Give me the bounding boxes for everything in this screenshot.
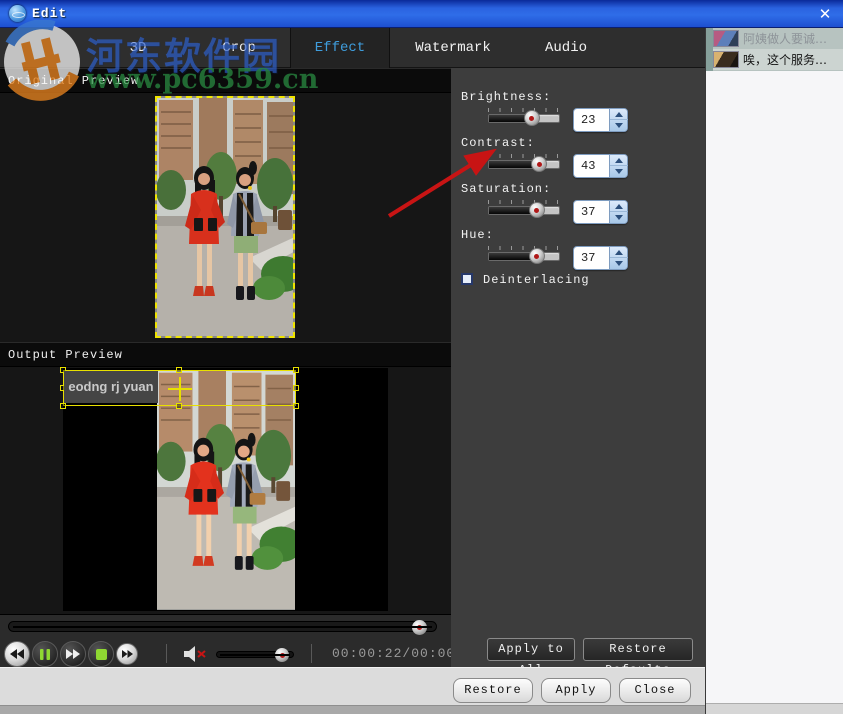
original-preview-header: Original Preview — [0, 68, 451, 93]
brightness-slider[interactable] — [488, 108, 560, 130]
volume-knob[interactable] — [275, 648, 289, 662]
saturation-label: Saturation: — [461, 182, 551, 196]
slider-ticks — [488, 200, 560, 204]
output-canvas: eodng rj yuan — [63, 368, 388, 611]
tab-audio[interactable]: Audio — [514, 28, 618, 68]
contrast-knob[interactable] — [531, 156, 547, 172]
hue-label: Hue: — [461, 228, 494, 242]
watermark-text[interactable]: eodng rj yuan — [64, 371, 158, 403]
restore-defaults-button[interactable]: Restore Defaults — [583, 638, 693, 661]
hue-slider[interactable] — [488, 246, 560, 268]
video-thumbnail — [713, 30, 739, 47]
slider-ticks — [488, 108, 560, 112]
divider — [166, 644, 167, 663]
mute-icon[interactable] — [184, 645, 208, 663]
seek-knob[interactable] — [412, 620, 427, 635]
list-item[interactable]: 阿姨做人要诚… — [713, 28, 843, 49]
close-icon[interactable]: ✕ — [814, 4, 836, 24]
saturation-spinner[interactable]: 37 — [573, 200, 628, 224]
list-item-label: 阿姨做人要诚… — [743, 30, 827, 47]
hue-spinner[interactable]: 37 — [573, 246, 628, 270]
seek-slider[interactable] — [8, 621, 437, 632]
divider — [311, 644, 312, 663]
tab-bar: 3D Crop Effect Watermark Audio — [0, 28, 705, 68]
contrast-value[interactable]: 43 — [581, 159, 595, 173]
saturation-slider[interactable] — [488, 200, 560, 222]
crosshair-icon — [168, 377, 192, 401]
original-video-frame[interactable] — [155, 96, 295, 338]
brightness-spinner[interactable]: 23 — [573, 108, 628, 132]
step-forward-button[interactable] — [116, 643, 138, 665]
spin-up-button[interactable] — [610, 109, 628, 120]
contrast-spinner[interactable]: 43 — [573, 154, 628, 178]
apply-button[interactable]: Apply — [541, 678, 611, 703]
slider-ticks — [488, 154, 560, 158]
contrast-slider[interactable] — [488, 154, 560, 176]
video-thumbnail — [713, 51, 739, 68]
handle-top-center[interactable] — [176, 367, 182, 373]
spin-up-button[interactable] — [610, 247, 628, 258]
handle-top-right[interactable] — [293, 367, 299, 373]
handle-bottom-center[interactable] — [176, 403, 182, 409]
dialog-button-bar: Restore All Apply Close — [0, 667, 705, 705]
spin-down-button[interactable] — [610, 258, 628, 269]
saturation-knob[interactable] — [529, 202, 545, 218]
deinterlacing-checkbox[interactable] — [461, 273, 473, 285]
brightness-value[interactable]: 23 — [581, 113, 595, 127]
title-bar: Edit ✕ — [0, 0, 843, 28]
pause-button[interactable] — [32, 641, 58, 667]
stop-button[interactable] — [88, 641, 114, 667]
hue-knob[interactable] — [529, 248, 545, 264]
restore-all-button[interactable]: Restore All — [453, 678, 533, 703]
fast-forward-button[interactable] — [60, 641, 86, 667]
app-globe-icon — [9, 5, 26, 22]
volume-slider[interactable] — [216, 651, 294, 658]
list-item[interactable]: 唉，这个服务… — [713, 49, 843, 70]
background-playlist: 阿姨做人要诚… 唉，这个服务… — [706, 28, 843, 71]
tab-watermark[interactable]: Watermark — [392, 28, 514, 68]
apply-to-all-button[interactable]: Apply to All — [487, 638, 575, 661]
window-bottom-edge — [0, 705, 705, 714]
brightness-label: Brightness: — [461, 90, 551, 104]
output-preview-area: eodng rj yuan — [0, 367, 451, 614]
saturation-value[interactable]: 37 — [581, 205, 595, 219]
window-title: Edit — [32, 6, 67, 21]
contrast-label: Contrast: — [461, 136, 535, 150]
handle-mid-right[interactable] — [293, 385, 299, 391]
hue-value[interactable]: 37 — [581, 251, 595, 265]
brightness-knob[interactable] — [524, 110, 540, 126]
transport-bar: 00:00:22/00:00:23 — [0, 639, 451, 669]
rewind-button[interactable] — [4, 641, 30, 667]
handle-bottom-right[interactable] — [293, 403, 299, 409]
background-window-bottom — [706, 703, 843, 714]
tab-effect[interactable]: Effect — [290, 28, 390, 68]
original-preview-area — [0, 93, 451, 342]
close-button[interactable]: Close — [619, 678, 691, 703]
spin-down-button[interactable] — [610, 166, 628, 177]
tab-3d[interactable]: 3D — [88, 28, 188, 68]
spin-down-button[interactable] — [610, 120, 628, 131]
screen: Edit ✕ 3D Crop Effect Watermark Audio Or… — [0, 0, 843, 714]
list-item-label: 唉，这个服务… — [743, 51, 827, 68]
effect-settings-panel: Brightness: 23 Contrast: 43 Satu — [451, 68, 705, 667]
preview-panel: Original Preview Output Preview — [0, 68, 451, 614]
spin-down-button[interactable] — [610, 212, 628, 223]
tab-crop[interactable]: Crop — [188, 28, 290, 68]
spin-up-button[interactable] — [610, 201, 628, 212]
slider-ticks — [488, 246, 560, 250]
background-window: 阿姨做人要诚… 唉，这个服务… — [705, 28, 843, 714]
handle-bottom-left[interactable] — [60, 403, 66, 409]
deinterlacing-label: Deinterlacing — [483, 273, 590, 287]
spin-up-button[interactable] — [610, 155, 628, 166]
output-preview-header: Output Preview — [0, 342, 451, 367]
seek-row — [0, 614, 451, 639]
